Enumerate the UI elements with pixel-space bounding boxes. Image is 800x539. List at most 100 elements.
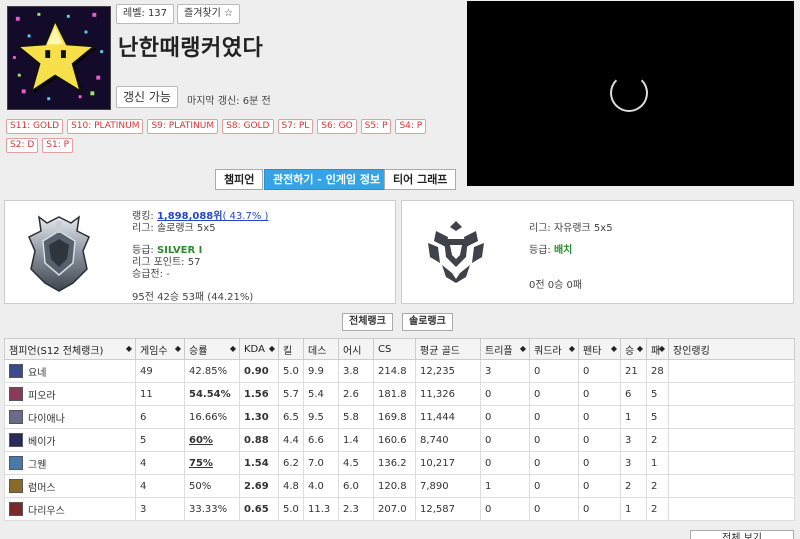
kills-cell: 6.5 [278,405,304,429]
penta-cell: 0 [578,405,621,429]
table-row[interactable]: 럼머스 4 50% 2.69 4.8 4.0 6.0 120.8 7,890 1 0 0 2 2 [4,474,795,498]
column-header[interactable]: 트리플 ◆ [480,338,530,360]
solo-rank-panel: 랭킹: 1,898,088위( 43.7% ) 리그: 솔로랭크 5x5 등급:… [4,200,396,304]
table-row[interactable]: 베이가 5 60% 0.88 4.4 6.6 1.4 160.6 8,740 0 0 0 3 2 [4,428,795,452]
assists-cell: 6.0 [338,474,374,498]
flex-rank-panel: 리그: 자유랭크 5x5 등급: 배치 0전 0승 0패 [401,200,794,304]
deaths-cell: 4.0 [303,474,339,498]
sort-icon: ◆ [636,344,643,353]
solo-ranking-percent[interactable]: ( 43.7% ) [222,211,268,222]
level-badge: 레벨: 137 [116,4,175,24]
games-cell: 6 [135,405,185,429]
champion-cell[interactable]: 피오라 [4,382,136,406]
tab-spectate[interactable]: 관전하기 - 인게임 정보 [264,169,390,190]
column-header[interactable]: 쿼드라 ◆ [529,338,579,360]
penta-cell: 0 [578,451,621,475]
kills-cell: 5.7 [278,382,304,406]
column-header[interactable]: 펜타 ◆ [578,338,621,360]
column-header[interactable]: 승률 ◆ [184,338,240,360]
champion-name: 그웬 [28,459,47,471]
season-tier-badge: S9: PLATINUM [147,119,219,134]
champion-avatar [9,456,23,470]
winrate-cell: 16.66% [184,405,240,429]
champion-cell[interactable]: 요네 [4,359,136,383]
all-rank-filter-button[interactable]: 전체랭크 [342,313,393,331]
summoner-name: 난한때랭커였다 [118,36,264,61]
deaths-cell: 9.5 [303,405,339,429]
triple-cell: 0 [480,451,530,475]
deaths-cell: 6.6 [303,428,339,452]
sort-icon: ◆ [658,344,665,353]
champion-cell[interactable]: 베이가 [4,428,136,452]
cs-cell: 136.2 [373,451,416,475]
gold-cell: 12,587 [415,497,481,521]
column-header[interactable]: 승 ◆ [620,338,647,360]
tab-tier-graph[interactable]: 티어 그래프 [384,169,457,190]
table-row[interactable]: 요네 49 42.85% 0.90 5.0 9.9 3.8 214.8 12,235 3 0 0 21 2… [4,359,795,383]
solo-promotion: 승급전: - [132,269,170,280]
gold-cell: 7,890 [415,474,481,498]
champion-cell-content: 그웬 [9,456,131,471]
column-header-label: 승 [625,345,635,357]
column-header-label: KDA [244,343,265,355]
video-player[interactable] [467,1,794,186]
column-header[interactable]: CS [373,338,416,360]
table-row[interactable]: 다리우스 3 33.33% 0.65 5.0 11.3 2.3 207.0 12,587 0 0 0 1… [4,497,795,521]
tab-champion[interactable]: 챔피언 [215,169,264,190]
losses-cell: 5 [646,405,669,429]
kda-cell: 0.88 [239,428,279,452]
column-header[interactable]: 킬 [278,338,304,360]
cs-cell: 120.8 [373,474,416,498]
view-all-button[interactable]: 전체 보기 [690,530,794,539]
cs-cell: 169.8 [373,405,416,429]
table-row[interactable]: 그웬 4 75% 1.54 6.2 7.0 4.5 136.2 10,217 0 0 0 3 1 [4,451,795,475]
column-header[interactable]: KDA ◆ [239,338,279,360]
cs-cell: 214.8 [373,359,416,383]
solo-league: 리그: 솔로랭크 5x5 [132,223,216,234]
penta-cell: 0 [578,359,621,383]
kda-cell: 1.30 [239,405,279,429]
column-header[interactable]: 데스 [303,338,339,360]
column-header[interactable]: 게임수 ◆ [135,338,185,360]
games-cell: 5 [135,428,185,452]
sort-icon: ◆ [174,344,181,353]
column-header[interactable]: 장인랭킹 [668,338,795,360]
champion-cell-content: 요네 [9,364,131,379]
champion-name: 베이가 [28,436,56,448]
kda-cell: 0.65 [239,497,279,521]
champion-name: 피오라 [28,390,56,402]
quadra-cell: 0 [529,474,579,498]
triple-cell: 0 [480,497,530,521]
champion-name: 요네 [28,367,47,379]
losses-cell: 2 [646,428,669,452]
champion-cell[interactable]: 그웬 [4,451,136,475]
champion-cell[interactable]: 다리우스 [4,497,136,521]
assists-cell: 3.8 [338,359,374,383]
champion-cell[interactable]: 럼머스 [4,474,136,498]
kda-cell: 2.69 [239,474,279,498]
refresh-button[interactable]: 갱신 가능 [116,86,178,108]
season-tier-badge: S10: PLATINUM [67,119,144,134]
gold-cell: 12,235 [415,359,481,383]
column-header[interactable]: 패 ◆ [646,338,669,360]
assists-cell: 1.4 [338,428,374,452]
column-header-label: 승률 [189,345,208,357]
column-header[interactable]: 평균 골드 [415,338,481,360]
solo-rank-filter-button[interactable]: 솔로랭크 [402,313,453,331]
wins-cell: 1 [620,405,647,429]
table-row[interactable]: 다이애나 6 16.66% 1.30 6.5 9.5 5.8 169.8 11,444 0 0 0 1 5 [4,405,795,429]
champion-name: 다이애나 [28,413,65,425]
flex-tier-value: 배치 [553,245,573,256]
winrate-cell: 33.33% [184,497,240,521]
mastery-rank-cell [668,382,795,406]
mastery-rank-cell [668,428,795,452]
games-cell: 4 [135,474,185,498]
season-tier-badge: S11: GOLD [6,119,64,134]
column-header[interactable]: 챔피언(S12 전체랭크) ◆ [4,338,136,360]
column-header[interactable]: 어시 [338,338,374,360]
quadra-cell: 0 [529,497,579,521]
champion-cell[interactable]: 다이애나 [4,405,136,429]
favorite-button[interactable]: 즐겨찾기 ☆ [177,4,240,24]
mastery-rank-cell [668,497,795,521]
table-row[interactable]: 피오라 11 54.54% 1.56 5.7 5.4 2.6 181.8 11,326 0 0 0 6 5 [4,382,795,406]
